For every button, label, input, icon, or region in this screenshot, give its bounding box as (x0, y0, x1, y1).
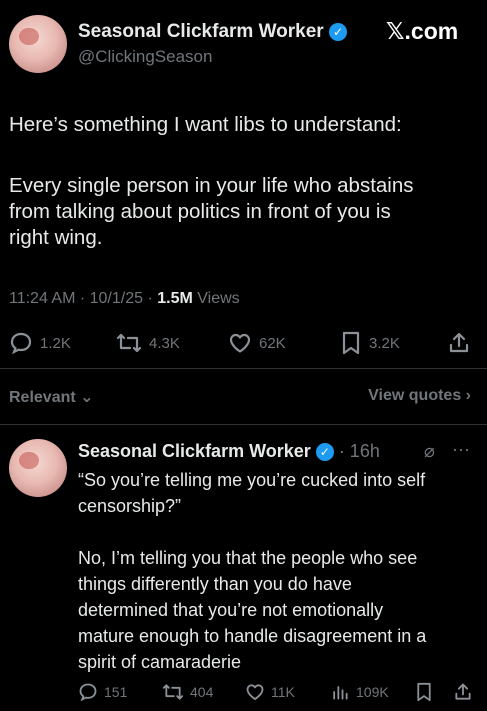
reply-icon (10, 332, 32, 355)
reply-repost-button[interactable]: 404 (162, 682, 213, 702)
tweet-text-line: Every single person in your life who abs… (9, 174, 414, 197)
author-handle[interactable]: @ClickingSeason (78, 47, 212, 67)
divider (0, 368, 487, 369)
tweet-timestamp[interactable]: 11:24 AM · 10/1/25 · (9, 290, 157, 307)
more-options-icon[interactable]: ··· (452, 439, 470, 460)
tweet-text-line: right wing. (9, 226, 103, 249)
chevron-right-icon: › (465, 387, 471, 404)
reply-author-avatar[interactable] (9, 439, 67, 497)
verified-badge-icon: ✓ (315, 443, 334, 462)
views-chart-icon (333, 686, 348, 700)
reply-icon (79, 683, 97, 702)
reply-count: 1.2K (40, 334, 71, 352)
sort-relevant-label: Relevant (9, 389, 76, 406)
heart-icon (246, 684, 264, 700)
share-button[interactable] (447, 331, 471, 355)
sort-relevant-dropdown[interactable]: Relevant ⌄ (9, 387, 94, 407)
reply-bookmark-button[interactable] (415, 682, 433, 702)
tweet-actions: 1.2K 4.3K 62K 3.2K (0, 331, 487, 357)
bookmark-icon (342, 331, 360, 355)
bookmark-count: 3.2K (369, 334, 400, 352)
divider (0, 424, 487, 425)
reply-share-button[interactable] (453, 682, 473, 702)
view-quotes-link[interactable]: View quotes › (368, 387, 471, 405)
verified-badge-icon: ✓ (328, 22, 347, 41)
tweet-meta: 11:24 AM · 10/1/25 · 1.5M Views (9, 290, 240, 308)
reply-text-line: determined that you’re not emotionally (78, 600, 384, 620)
views-label: Views (192, 290, 240, 307)
repost-icon (116, 333, 142, 353)
reply-text-line: spirit of camaraderie (78, 652, 242, 672)
repost-count: 4.3K (149, 334, 180, 352)
reply-text-line: “So you’re telling me you’re cucked into… (78, 470, 426, 490)
reply-age[interactable]: · 16h (339, 441, 380, 461)
reply-like-button[interactable]: 11K (245, 682, 295, 702)
bookmark-icon (417, 682, 431, 702)
reply-text-line: censorship?” (78, 496, 182, 516)
tweet-text-line: Here’s something I want libs to understa… (9, 113, 402, 136)
reply-text-line: mature enough to handle disagreement in … (78, 626, 427, 646)
reply-reply-count: 151 (104, 684, 128, 700)
reply-like-count: 11K (271, 684, 295, 700)
grok-icon[interactable]: ⌀ (424, 441, 435, 462)
x-logo: 𝕏.com (386, 18, 459, 44)
like-button[interactable]: 62K (228, 331, 286, 355)
view-quotes-label: View quotes (368, 387, 462, 404)
share-icon (455, 683, 471, 700)
reply-text-line: things differently than you do have (78, 574, 352, 594)
author-name-row: Seasonal Clickfarm Worker ✓ (78, 21, 347, 43)
author-avatar[interactable] (9, 15, 67, 73)
author-name[interactable]: Seasonal Clickfarm Worker (78, 21, 324, 42)
reply-button[interactable]: 1.2K (9, 331, 71, 355)
repost-icon (162, 684, 184, 700)
reply-views-button[interactable]: 109K (330, 682, 389, 702)
share-icon (449, 332, 469, 353)
repost-button[interactable]: 4.3K (116, 331, 180, 355)
reply-header: Seasonal Clickfarm Worker ✓ · 16h (78, 441, 380, 462)
reply-views-count: 109K (356, 684, 389, 700)
reply-repost-count: 404 (190, 684, 214, 700)
reply-reply-button[interactable]: 151 (78, 682, 127, 702)
views-count: 1.5M (157, 290, 193, 307)
like-count: 62K (259, 334, 286, 352)
reply-text-line: No, I’m telling you that the people who … (78, 548, 418, 568)
reply-author-name[interactable]: Seasonal Clickfarm Worker (78, 441, 311, 461)
heart-icon (229, 333, 251, 353)
tweet-text-line: from talking about politics in front of … (9, 200, 391, 223)
chevron-down-icon: ⌄ (80, 389, 94, 406)
bookmark-button[interactable]: 3.2K (340, 331, 400, 355)
